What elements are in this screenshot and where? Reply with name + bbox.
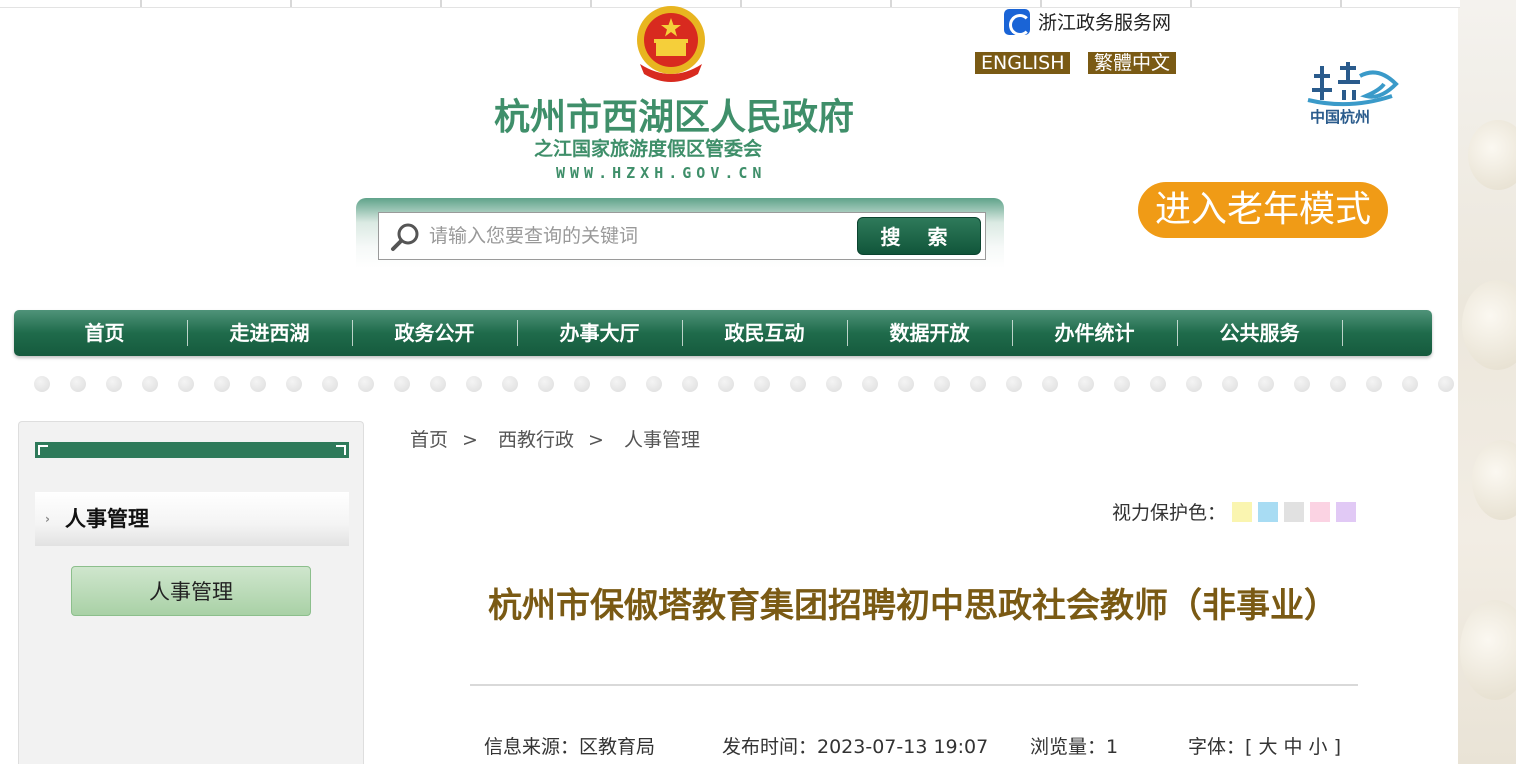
eye-protect-colors: 视力保护色：	[1112, 498, 1357, 525]
breadcrumb-personnel[interactable]: 人事管理	[624, 429, 700, 451]
site-title: 杭州市西湖区人民政府	[494, 97, 855, 138]
search-panel: 搜 索	[356, 198, 1004, 268]
dot-divider	[34, 376, 1454, 392]
nav-item-about[interactable]: 走进西湖	[187, 310, 352, 356]
zj-service-icon	[1004, 8, 1031, 36]
swatch-purple[interactable]	[1336, 501, 1357, 522]
side-decoration	[1458, 0, 1516, 764]
swatch-blue[interactable]	[1258, 501, 1279, 522]
swatch-pink[interactable]	[1310, 501, 1331, 522]
search-button[interactable]: 搜 索	[857, 217, 981, 255]
breadcrumb-home[interactable]: 首页	[410, 429, 448, 451]
top-border	[0, 0, 1460, 8]
nav-item-interaction[interactable]: 政民互动	[682, 310, 847, 356]
search-icon	[391, 223, 419, 251]
breadcrumb-separator: >	[588, 429, 604, 451]
breadcrumb-education-admin[interactable]: 西教行政	[498, 429, 574, 451]
eye-protect-label: 视力保护色：	[1112, 502, 1227, 524]
elder-mode-button[interactable]: 进入老年模式	[1138, 182, 1388, 238]
hangzhou-logo-text: 中国杭州	[1310, 108, 1371, 126]
breadcrumb: 首页 > 西教行政 > 人事管理	[410, 425, 714, 452]
nav-item-home[interactable]: 首页	[22, 310, 187, 356]
main-nav: 首页 走进西湖 政务公开 办事大厅 政民互动 数据开放 办件统计 公共服务	[14, 310, 1432, 356]
article-publish-time: 发布时间：2023-07-13 19:07	[722, 736, 989, 758]
breadcrumb-separator: >	[462, 429, 478, 451]
article-title: 杭州市保俶塔教育集团招聘初中思政社会教师（非事业）	[488, 586, 1338, 626]
english-button[interactable]: ENGLISH	[975, 52, 1071, 74]
site-url[interactable]: WWW.HZXH.GOV.CN	[556, 164, 766, 182]
chevron-right-icon: ›	[45, 512, 50, 526]
search-input[interactable]	[429, 213, 849, 259]
zj-gov-service-link[interactable]: 浙江政务服务网	[1004, 8, 1172, 36]
sidebar-heading-label: 人事管理	[65, 507, 149, 531]
title-divider	[470, 684, 1358, 686]
search-box: 搜 索	[378, 212, 986, 260]
nav-item-service-hall[interactable]: 办事大厅	[517, 310, 682, 356]
swatch-yellow[interactable]	[1232, 501, 1253, 522]
sidebar: › 人事管理 人事管理	[18, 421, 364, 764]
font-size-control[interactable]: 字体：[ 大 中 小 ]	[1188, 732, 1341, 759]
sidebar-heading: › 人事管理	[35, 492, 349, 546]
zj-gov-service-label: 浙江政务服务网	[1038, 12, 1172, 34]
sidebar-decoration	[35, 442, 349, 458]
nav-item-open-data[interactable]: 数据开放	[847, 310, 1012, 356]
nav-separator	[1342, 320, 1343, 346]
nav-item-gov-info[interactable]: 政务公开	[352, 310, 517, 356]
swatch-gray[interactable]	[1284, 501, 1305, 522]
article-source: 信息来源：区教育局	[484, 736, 656, 758]
sidebar-item-personnel[interactable]: 人事管理	[71, 566, 311, 616]
traditional-chinese-button[interactable]: 繁體中文	[1088, 52, 1177, 74]
article-views: 浏览量：1	[1030, 736, 1119, 758]
nav-item-statistics[interactable]: 办件统计	[1012, 310, 1177, 356]
national-emblem-icon	[637, 6, 705, 82]
site-subtitle: 之江国家旅游度假区管委会	[534, 138, 763, 160]
nav-item-public-service[interactable]: 公共服务	[1177, 310, 1342, 356]
